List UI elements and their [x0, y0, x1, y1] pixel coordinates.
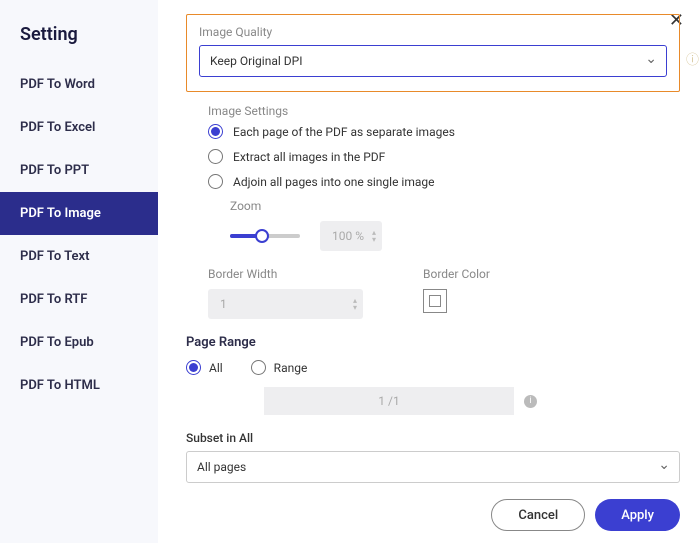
image-settings-label: Image Settings	[208, 104, 680, 118]
main-panel: ✕ Image Quality Keep Original DPI ⓘ Imag…	[158, 0, 700, 543]
sidebar-item-pdf-to-rtf[interactable]: PDF To RTF	[0, 278, 158, 321]
option-extract-all[interactable]: Extract all images in the PDF	[208, 149, 680, 164]
sidebar-item-pdf-to-word[interactable]: PDF To Word	[0, 63, 158, 106]
border-width-value: 1	[220, 297, 227, 311]
sidebar-title: Setting	[0, 24, 158, 63]
zoom-slider[interactable]	[230, 234, 300, 238]
radio-page-all[interactable]	[186, 360, 201, 375]
option-label: Extract all images in the PDF	[233, 150, 385, 164]
border-color-label: Border Color	[423, 267, 490, 281]
subset-label: Subset in All	[186, 431, 680, 445]
page-range-all[interactable]: All	[186, 360, 223, 375]
radio-adjoin[interactable]	[208, 174, 223, 189]
page-range-section: Page Range All Range 1 /1 i	[186, 335, 680, 415]
sidebar-item-pdf-to-image[interactable]: PDF To Image	[0, 192, 158, 235]
page-range-input[interactable]: 1 /1	[264, 387, 514, 415]
sidebar-item-pdf-to-text[interactable]: PDF To Text	[0, 235, 158, 278]
image-quality-label: Image Quality	[199, 25, 667, 39]
sidebar-item-pdf-to-ppt[interactable]: PDF To PPT	[0, 149, 158, 192]
color-swatch-icon	[429, 295, 441, 307]
option-label: Each page of the PDF as separate images	[233, 125, 455, 139]
info-icon[interactable]: i	[524, 395, 537, 408]
subset-section: Subset in All All pages	[186, 431, 680, 483]
page-range-range-label: Range	[274, 361, 308, 375]
border-width-label: Border Width	[208, 267, 363, 281]
page-range-range[interactable]: Range	[251, 360, 308, 375]
apply-button[interactable]: Apply	[595, 499, 680, 531]
sidebar-item-pdf-to-html[interactable]: PDF To HTML	[0, 364, 158, 407]
sidebar: Setting PDF To Word PDF To Excel PDF To …	[0, 0, 158, 543]
radio-extract[interactable]	[208, 149, 223, 164]
zoom-value: 100 %	[332, 229, 364, 243]
subset-select[interactable]: All pages	[186, 451, 680, 483]
radio-separate[interactable]	[208, 124, 223, 139]
image-settings-section: Image Settings Each page of the PDF as s…	[186, 104, 680, 319]
option-adjoin[interactable]: Adjoin all pages into one single image	[208, 174, 680, 189]
sidebar-item-pdf-to-epub[interactable]: PDF To Epub	[0, 321, 158, 364]
option-label: Adjoin all pages into one single image	[233, 175, 435, 189]
radio-page-range[interactable]	[251, 360, 266, 375]
zoom-value-stepper[interactable]: 100 % ▴▾	[320, 221, 382, 251]
image-quality-section: Image Quality Keep Original DPI ⓘ	[186, 14, 680, 92]
border-color-picker[interactable]	[423, 289, 447, 313]
slider-thumb[interactable]	[255, 229, 269, 243]
image-quality-select[interactable]: Keep Original DPI	[199, 45, 667, 77]
stepper-arrows-icon[interactable]: ▴▾	[353, 297, 357, 311]
zoom-control: 100 % ▴▾	[230, 221, 680, 251]
stepper-arrows-icon[interactable]: ▴▾	[372, 229, 376, 243]
border-width-stepper[interactable]: 1 ▴▾	[208, 289, 363, 319]
info-icon[interactable]: ⓘ	[686, 49, 699, 68]
cancel-button[interactable]: Cancel	[491, 499, 585, 531]
page-range-title: Page Range	[186, 335, 680, 350]
page-range-all-label: All	[209, 361, 223, 375]
sidebar-item-pdf-to-excel[interactable]: PDF To Excel	[0, 106, 158, 149]
option-separate-images[interactable]: Each page of the PDF as separate images	[208, 124, 680, 139]
page-range-value: 1 /1	[378, 394, 399, 408]
zoom-label: Zoom	[230, 199, 680, 213]
footer: Cancel Apply	[186, 499, 680, 531]
